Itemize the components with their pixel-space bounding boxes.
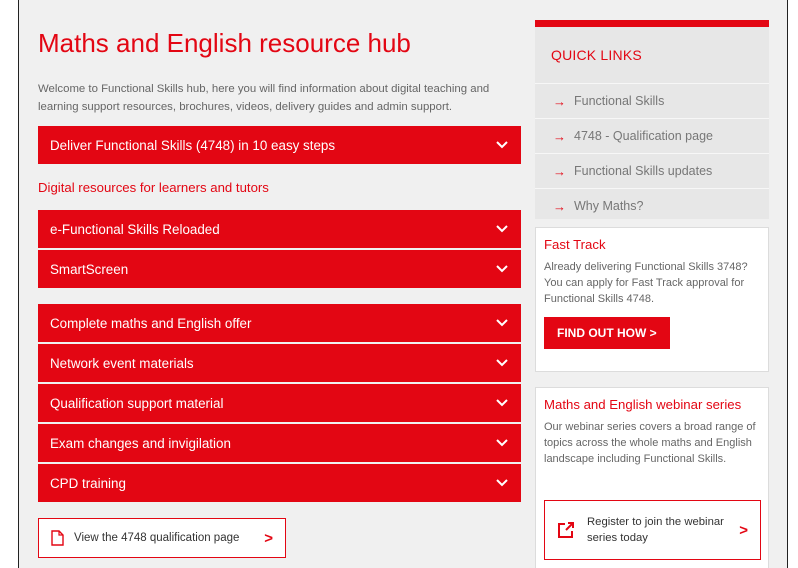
chevron-right-icon: > <box>739 521 748 539</box>
accordion-network-events[interactable]: Network event materials <box>38 344 521 382</box>
accordion-cpd-training[interactable]: CPD training <box>38 464 521 502</box>
chevron-down-icon <box>495 262 509 276</box>
quick-link-label: Why Maths? <box>574 199 644 213</box>
webinar-card: Maths and English webinar series Our web… <box>535 387 769 568</box>
arrow-right-icon: → <box>553 198 566 214</box>
quick-link-label: Functional Skills updates <box>574 164 713 178</box>
accordion-deliver-steps[interactable]: Deliver Functional Skills (4748) in 10 e… <box>38 126 521 164</box>
webinar-text: Our webinar series covers a broad range … <box>544 421 756 465</box>
accordion-label: e-Functional Skills Reloaded <box>50 221 220 237</box>
accordion-exam-changes[interactable]: Exam changes and invigilation <box>38 424 521 462</box>
quick-link-functional-skills[interactable]: → Functional Skills <box>535 83 769 118</box>
quick-link-qualification-page[interactable]: → 4748 - Qualification page <box>535 118 769 153</box>
webinar-title: Maths and English webinar series <box>544 397 742 412</box>
chevron-right-icon: > <box>264 529 273 547</box>
digital-resources-heading: Digital resources for learners and tutor… <box>38 180 269 195</box>
document-icon <box>51 530 64 546</box>
quick-link-label: 4748 - Qualification page <box>574 129 713 143</box>
accordion-label: Exam changes and invigilation <box>50 435 231 451</box>
accordion-qualification-support[interactable]: Qualification support material <box>38 384 521 422</box>
arrow-right-icon: → <box>553 128 566 144</box>
register-webinar-button[interactable]: Register to join the webinar series toda… <box>544 500 761 560</box>
chevron-down-icon <box>495 396 509 410</box>
quick-links-title: QUICK LINKS <box>551 47 642 63</box>
qualification-button-label: View the 4748 qualification page <box>74 532 240 544</box>
find-out-how-button[interactable]: FIND OUT HOW > <box>544 317 670 349</box>
chevron-down-icon <box>495 436 509 450</box>
accordion-smartscreen[interactable]: SmartScreen <box>38 250 521 288</box>
accordion-label: CPD training <box>50 475 126 491</box>
accordion-label: Network event materials <box>50 355 194 371</box>
chevron-down-icon <box>495 138 509 152</box>
quick-links-panel: QUICK LINKS → Functional Skills → 4748 -… <box>535 20 769 219</box>
page-title: Maths and English resource hub <box>38 28 411 58</box>
quick-link-label: Functional Skills <box>574 94 665 108</box>
register-button-label: Register to join the webinar series toda… <box>587 516 724 544</box>
quick-link-updates[interactable]: → Functional Skills updates <box>535 153 769 188</box>
chevron-down-icon <box>495 222 509 236</box>
view-qualification-page-button[interactable]: View the 4748 qualification page > <box>38 518 286 558</box>
accordion-e-functional-skills[interactable]: e-Functional Skills Reloaded <box>38 210 521 248</box>
fast-track-title: Fast Track <box>544 237 606 252</box>
external-link-icon <box>557 521 575 539</box>
arrow-right-icon: → <box>553 163 566 179</box>
chevron-down-icon <box>495 356 509 370</box>
quick-link-why-maths[interactable]: → Why Maths? <box>535 188 769 223</box>
fast-track-card: Fast Track Already delivering Functional… <box>535 227 769 372</box>
accordion-label: SmartScreen <box>50 261 129 277</box>
intro-text: Welcome to Functional Skills hub, here y… <box>38 83 490 113</box>
accordion-complete-offer[interactable]: Complete maths and English offer <box>38 304 521 342</box>
chevron-down-icon <box>495 316 509 330</box>
arrow-right-icon: → <box>553 93 566 109</box>
accordion-label: Complete maths and English offer <box>50 315 252 331</box>
chevron-down-icon <box>495 476 509 490</box>
accordion-label: Qualification support material <box>50 395 224 411</box>
fast-track-text: Already delivering Functional Skills 374… <box>544 261 748 305</box>
accordion-label: Deliver Functional Skills (4748) in 10 e… <box>50 137 336 153</box>
